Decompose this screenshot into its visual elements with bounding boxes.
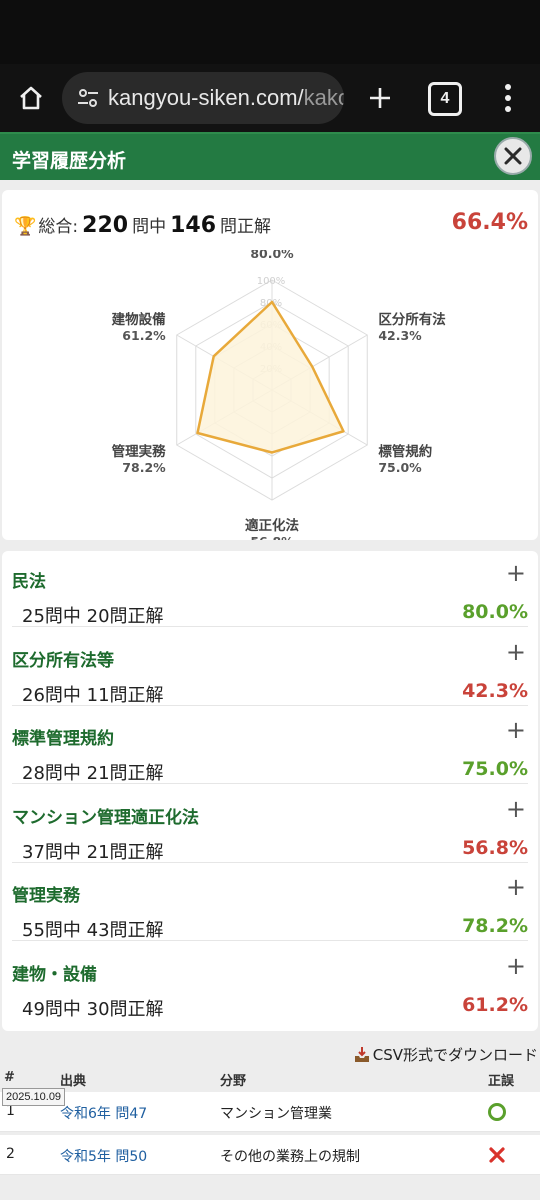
summary-correct: 146	[170, 213, 217, 238]
summary-label: 総合:	[38, 217, 79, 237]
table-row: 2 令和5年 問50 その他の業務上の規制	[0, 1135, 540, 1175]
divider	[12, 940, 528, 941]
status-bar	[0, 0, 540, 64]
csv-download-label: CSV形式でダウンロード	[372, 1046, 538, 1064]
category-count: 49問中 30問正解	[22, 998, 164, 1020]
url-text: kangyou-siken.com/kako	[108, 85, 344, 110]
radar-axis-label: 適正化法	[245, 517, 299, 534]
new-tab-button[interactable]	[362, 78, 398, 118]
row-number: 2	[6, 1146, 15, 1162]
category-count: 26問中 11問正解	[22, 684, 164, 706]
col-field: 分野	[220, 1074, 247, 1089]
category-list: 民法 +25問中 20問正解 80.0% 区分所有法等 +26問中 11問正解 42.3%…	[2, 551, 538, 1031]
category-name: 建物・設備	[12, 964, 97, 985]
col-result: 正誤	[488, 1074, 515, 1089]
table-row: 1 令和6年 問47 マンション管理業	[0, 1092, 540, 1132]
history-table: # 出典 分野 正誤 1 令和6年 問47 マンション管理業 2 令和5年 問50 その他…	[0, 1066, 540, 1175]
category-count: 25問中 20問正解	[22, 606, 164, 627]
category-name: 民法	[12, 572, 46, 592]
radar-series	[196, 300, 345, 454]
col-num: #	[4, 1070, 15, 1085]
category-item[interactable]: 建物・設備 +49問中 30問正解 61.2%	[2, 944, 538, 1022]
category-name: 管理実務	[12, 886, 80, 906]
category-percent: 75.0%	[462, 758, 528, 780]
home-icon	[20, 86, 42, 110]
source-link[interactable]: 令和6年 問47	[60, 1103, 147, 1123]
radar-axis-label: 管理実務	[112, 443, 166, 460]
radar-axis-label: 標管規約	[378, 443, 432, 460]
tab-switcher-button[interactable]: 4	[428, 82, 462, 116]
home-button[interactable]	[0, 64, 62, 132]
divider	[12, 626, 528, 627]
close-button[interactable]	[494, 137, 532, 175]
category-count: 37問中 21問正解	[22, 841, 164, 863]
radar-value-label: 56.8%	[250, 534, 294, 540]
expand-plus-icon[interactable]: +	[506, 797, 526, 821]
table-header: # 出典 分野 正誤	[0, 1066, 540, 1090]
category-item[interactable]: 区分所有法等 +26問中 11問正解 42.3%	[2, 630, 538, 708]
radar-ring-label: 100%	[257, 276, 286, 287]
col-source: 出典	[60, 1074, 87, 1089]
more-menu-icon[interactable]	[496, 78, 520, 118]
summary-percent: 66.4%	[451, 210, 528, 235]
category-item[interactable]: マンション管理適正化法 +37問中 21問正解 56.8%	[2, 787, 538, 865]
radar-value-label: 61.2%	[122, 328, 166, 343]
category-percent: 78.2%	[462, 915, 528, 937]
field-text: マンション管理業	[220, 1106, 332, 1122]
category-item[interactable]: 標準管理規約 +28問中 21問正解 75.0%	[2, 708, 538, 786]
category-percent: 42.3%	[462, 679, 528, 702]
correct-circle-icon	[487, 1102, 507, 1126]
summary-total: 220	[82, 213, 129, 238]
radar-value-label: 80.0%	[250, 250, 294, 261]
panel-header: 学習履歴分析	[0, 132, 540, 180]
divider	[12, 783, 528, 784]
expand-plus-icon[interactable]: +	[506, 875, 526, 899]
source-link[interactable]: 令和5年 問50	[60, 1146, 147, 1166]
expand-plus-icon[interactable]: +	[506, 640, 526, 664]
radar-chart: 20%40%60%80%100%民法80.0%区分所有法42.3%標管規約75.…	[111, 250, 447, 540]
expand-plus-icon[interactable]: +	[506, 561, 526, 585]
divider	[12, 861, 528, 863]
summary-card: 🏆 総合: 220 問中 146 問正解 66.4% 20%40%60%80%1…	[2, 190, 538, 540]
expand-plus-icon[interactable]: +	[506, 954, 526, 978]
summary-line: 🏆 総合: 220 問中 146 問正解	[14, 212, 271, 238]
category-name: 区分所有法等	[12, 650, 114, 671]
category-name: 標準管理規約	[12, 729, 114, 749]
category-count: 28問中 21問正解	[22, 763, 164, 784]
browser-toolbar: kangyou-siken.com/kako 4	[0, 64, 540, 132]
category-item[interactable]: 管理実務 +55問中 43問正解 78.2%	[2, 865, 538, 943]
expand-plus-icon[interactable]: +	[506, 718, 526, 742]
radar-axis-label: 建物設備	[111, 311, 166, 328]
date-tooltip: 2025.10.09	[2, 1088, 66, 1106]
panel-title: 学習履歴分析	[12, 150, 127, 172]
csv-download-link[interactable]: CSV形式でダウンロード	[353, 1044, 538, 1065]
summary-mid: 問中	[132, 217, 167, 237]
download-tray-icon	[354, 1046, 369, 1062]
category-item[interactable]: 民法 +25問中 20問正解 80.0%	[2, 551, 538, 629]
summary-suffix: 問正解	[220, 217, 272, 237]
plus-icon	[370, 88, 390, 108]
category-percent: 61.2%	[462, 993, 528, 1016]
site-settings-icon[interactable]	[76, 86, 100, 110]
category-percent: 56.8%	[462, 836, 528, 859]
incorrect-x-icon	[487, 1145, 507, 1169]
field-text: その他の業務上の規制	[220, 1149, 360, 1165]
close-icon	[504, 147, 522, 165]
category-name: マンション管理適正化法	[12, 807, 199, 828]
category-count: 55問中 43問正解	[22, 920, 164, 941]
trophy-icon: 🏆	[14, 216, 37, 237]
url-bar[interactable]: kangyou-siken.com/kako	[62, 72, 344, 124]
radar-axis-label: 区分所有法	[378, 311, 446, 328]
radar-value-label: 78.2%	[122, 460, 166, 475]
radar-value-label: 75.0%	[378, 460, 422, 475]
divider	[12, 704, 528, 706]
radar-value-label: 42.3%	[378, 328, 422, 343]
category-percent: 80.0%	[462, 601, 528, 623]
